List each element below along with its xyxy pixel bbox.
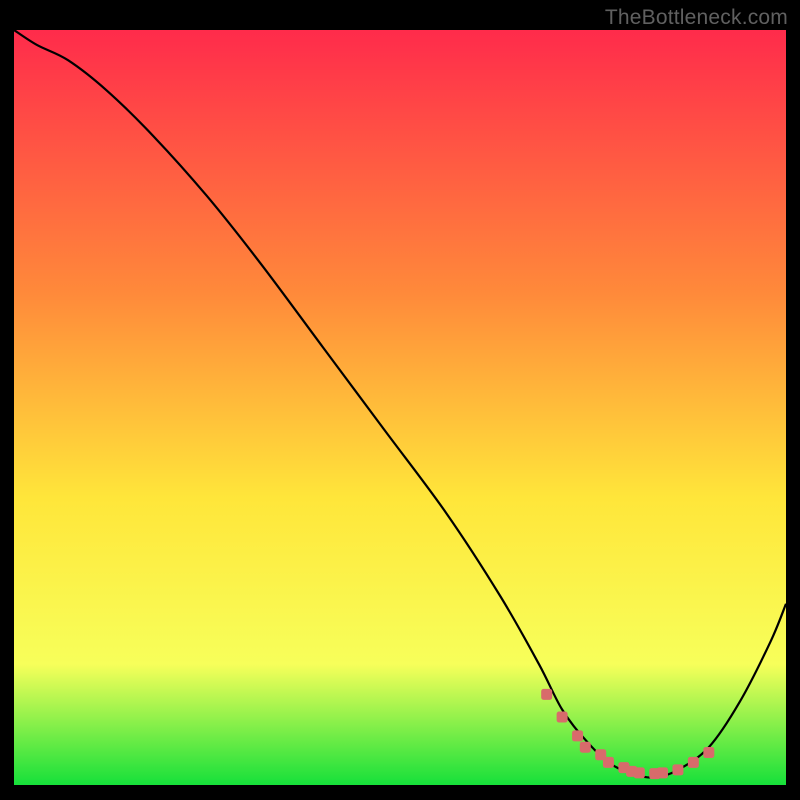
attribution-text: TheBottleneck.com: [605, 6, 788, 30]
marker-point: [580, 742, 591, 753]
marker-point: [557, 712, 568, 723]
marker-point: [572, 730, 583, 741]
marker-point: [603, 757, 614, 768]
marker-point: [657, 767, 668, 778]
marker-point: [703, 747, 714, 758]
marker-point: [541, 689, 552, 700]
marker-point: [688, 757, 699, 768]
chart-svg: [14, 30, 786, 785]
gradient-background: [14, 30, 786, 785]
marker-point: [672, 764, 683, 775]
plot-area: [14, 30, 786, 785]
marker-point: [634, 767, 645, 778]
chart-container: TheBottleneck.com: [0, 0, 800, 800]
